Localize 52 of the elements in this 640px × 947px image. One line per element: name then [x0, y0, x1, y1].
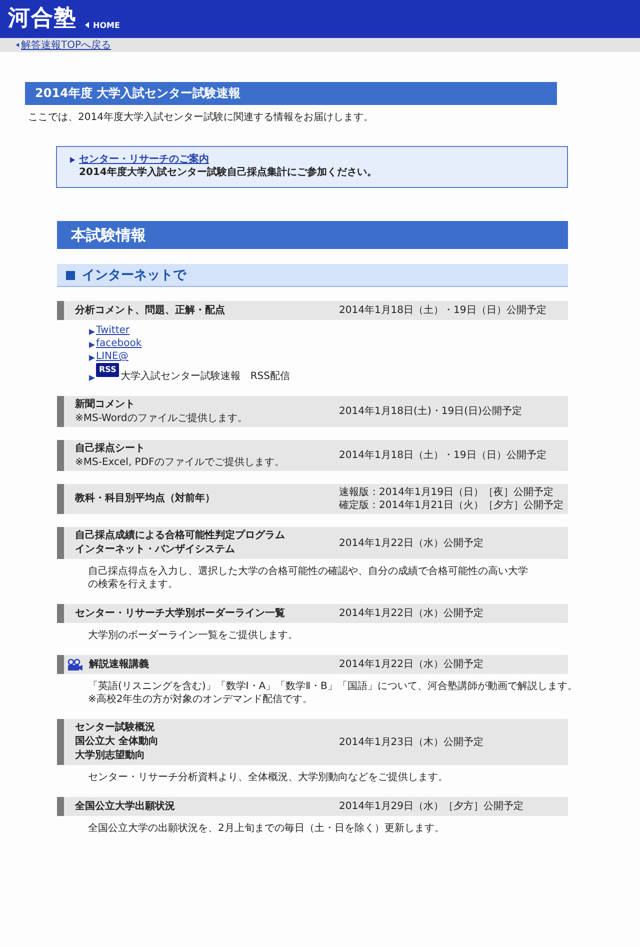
- arrow-icon: [85, 22, 89, 28]
- release-date: 2014年1月22日（水）公開予定: [339, 536, 484, 550]
- rss-badge[interactable]: RSS: [96, 363, 120, 377]
- arrow-icon: [89, 329, 95, 335]
- item-title: 解説速報講義: [89, 658, 149, 672]
- notice-link[interactable]: センター・リサーチのご案内: [79, 154, 209, 166]
- release-date: 2014年1月22日（水）公開予定: [339, 658, 484, 671]
- release-date: 2014年1月18日（土）・19日（日）公開予定: [339, 449, 546, 462]
- item-title: 分析コメント、問題、正解・配点: [75, 304, 225, 318]
- release-date: 2014年1月23日（木）公開予定: [339, 736, 484, 748]
- item-title: 自己採点成績による合格可能性判定プログラム: [75, 529, 285, 543]
- item-title: 全国公立大学出願状況: [75, 800, 175, 814]
- intro-text: ここでは、2014年度大学入試センター試験に関連する情報をお届けします。: [28, 111, 374, 124]
- release-date: 2014年1月18日（土）・19日（日）公開予定: [339, 304, 546, 317]
- logo[interactable]: 河合塾: [8, 7, 77, 31]
- back-link[interactable]: 解答速報TOPへ戻る: [21, 38, 112, 52]
- social-link[interactable]: facebook: [96, 338, 142, 350]
- item-description: ※高校2年生の方が対象のオンデマンド配信です。: [88, 693, 314, 706]
- arrow-icon: [89, 342, 95, 348]
- arrow-icon: [70, 157, 75, 163]
- rss-text: 大学入試センター試験速報 RSS配信: [120, 371, 290, 383]
- item-description: 大学別のボーダーライン一覧をご提供します。: [88, 629, 299, 642]
- arrow-icon: [16, 43, 19, 47]
- section-title: 本試験情報: [57, 221, 568, 249]
- release-date: 確定版：2014年1月21日（火）［夕方］公開予定: [339, 499, 564, 512]
- home-link[interactable]: HOME: [93, 21, 120, 31]
- social-link[interactable]: LINE@: [96, 351, 128, 363]
- item-title: 新聞コメント: [75, 398, 136, 412]
- page-title: 2014年度 大学入試センター試験速報: [25, 82, 557, 105]
- item-description: 「英語(リスニングを含む)」「数学Ⅰ・A」「数学Ⅱ・B」「国語」について、河合塾講師が動画で解説します。: [88, 680, 578, 693]
- item-title: センター試験概況: [75, 721, 156, 735]
- subsection-title: インターネットで: [82, 267, 186, 284]
- item-note: ※MS-Wordのファイルご提供します。: [75, 412, 248, 425]
- item-description: センター・リサーチ分析資料より、全体概況、大学別動向などをご提供します。: [88, 771, 449, 784]
- item-description: の検索を行えます。: [88, 578, 179, 591]
- item-title: 国公立大 全体動向: [75, 735, 158, 749]
- release-date: 2014年1月29日（水）［夕方］公開予定: [339, 800, 524, 813]
- release-date: 2014年1月18日(土)・19日(日)公開予定: [339, 405, 522, 418]
- square-icon: [66, 270, 75, 280]
- item-description: 自己採点得点を入力し、選択した大学の合格可能性の確認や、自分の成績で合格可能性の高い大学: [88, 565, 529, 578]
- release-date: 速報版：2014年1月19日（日）［夜］公開予定: [339, 486, 555, 499]
- item-title: インターネット・バンザイシステム: [75, 543, 236, 557]
- item-description: 全国公立大学の出願状況を、2月上旬までの毎日（土・日を除く）更新します。: [88, 822, 446, 835]
- release-date: 2014年1月22日（水）公開予定: [339, 607, 484, 620]
- item-title: 大学別志望動向: [75, 749, 146, 763]
- item-note: ※MS-Excel, PDFのファイルでご提供します。: [75, 456, 284, 469]
- item-title: センター・リサーチ大学別ボーダーライン一覧: [75, 606, 285, 620]
- video-camera-icon: [67, 658, 83, 670]
- social-link[interactable]: Twitter: [96, 325, 130, 337]
- item-title: 教科・科目別平均点（対前年）: [75, 492, 215, 506]
- notice-text: 2014年度大学入試センター試験自己採点集計にご参加ください。: [78, 166, 378, 179]
- item-title: 自己採点シート: [75, 442, 146, 456]
